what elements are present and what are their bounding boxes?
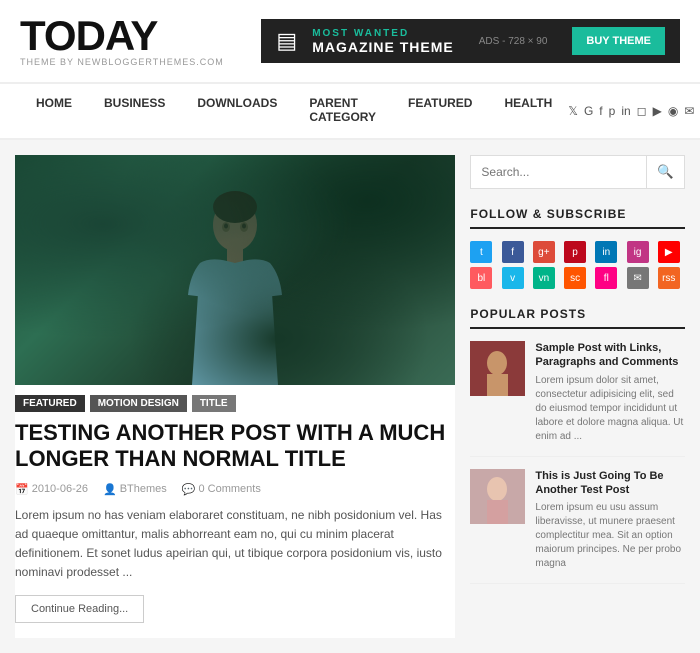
article-meta: 📅 2010-06-26 👤 BThemes 💬 0 Comments (15, 483, 455, 496)
article-author: 👤 BThemes (103, 483, 167, 496)
nav-links: HOME BUSINESS DOWNLOADS PARENT CATEGORY … (20, 84, 568, 138)
popular-post-1-excerpt: Lorem ipsum dolor sit amet, consectetur … (535, 374, 685, 444)
article-date: 📅 2010-06-26 (15, 483, 88, 496)
nav-linkedin-icon[interactable]: in (621, 104, 630, 118)
read-more-button[interactable]: Continue Reading... (15, 595, 144, 623)
popular-post-2-excerpt: Lorem ipsum eu usu assum liberavisse, ut… (535, 501, 685, 571)
rss-button[interactable]: rss (658, 267, 680, 289)
nav-item-business[interactable]: BUSINESS (88, 84, 181, 138)
youtube-button[interactable]: ▶ (658, 241, 680, 263)
popular-post-2-image (470, 469, 525, 524)
nav-instagram-icon[interactable]: ◻ (637, 104, 647, 118)
banner-ad: ▤ MOST WANTED MAGAZINE THEME ADS - 728 ×… (261, 19, 680, 63)
tag-motion-design[interactable]: MOTION DESIGN (90, 395, 187, 412)
popular-post-2-thumbnail (470, 469, 525, 524)
article-title: TESTING ANOTHER POST WITH A MUCH LONGER … (15, 420, 455, 473)
search-button[interactable]: 🔍 (646, 156, 684, 188)
search-input[interactable] (471, 156, 646, 188)
search-box: 🔍 (470, 155, 685, 189)
popular-post-1-title[interactable]: Sample Post with Links, Paragraphs and C… (535, 341, 685, 370)
navigation: HOME BUSINESS DOWNLOADS PARENT CATEGORY … (0, 83, 700, 140)
person-silhouette (170, 185, 300, 385)
vimeo-button[interactable]: v (502, 267, 524, 289)
popular-post-2: This is Just Going To Be Another Test Po… (470, 469, 685, 585)
nav-social-icons: 𝕏 G f p in ◻ ▶ ◉ ✉ ≡ (568, 104, 700, 118)
article-excerpt: Lorem ipsum no has veniam elaboraret con… (15, 506, 455, 583)
nav-gplus-icon[interactable]: G (584, 104, 593, 118)
linkedin-button[interactable]: in (595, 241, 617, 263)
tag-featured[interactable]: FEATURED (15, 395, 85, 412)
email-button[interactable]: ✉ (627, 267, 649, 289)
nav-item-downloads[interactable]: DOWNLOADS (181, 84, 293, 138)
content-wrapper: FEATURED MOTION DESIGN TITLE TESTING ANO… (0, 140, 700, 653)
nav-facebook-icon[interactable]: f (599, 104, 602, 118)
article-tags: FEATURED MOTION DESIGN TITLE (15, 385, 455, 420)
nav-youtube-icon[interactable]: ▶ (653, 104, 662, 118)
tag-title[interactable]: TITLE (192, 395, 236, 412)
logo-subtitle: THEME BY NEWBLOGGERTHEMES.COM (20, 57, 224, 67)
popular-posts-heading: POPULAR POSTS (470, 307, 685, 329)
twitter-button[interactable]: t (470, 241, 492, 263)
pinterest-button[interactable]: p (564, 241, 586, 263)
soundcloud-button[interactable]: sc (564, 267, 586, 289)
search-icon: 🔍 (657, 164, 674, 179)
article-comments: 💬 0 Comments (182, 483, 261, 496)
banner-most-wanted: MOST WANTED (312, 28, 454, 39)
follow-subscribe-heading: FOLLOW & SUBSCRIBE (470, 207, 685, 229)
popular-post-1-thumbnail (470, 341, 525, 396)
popular-post-1: Sample Post with Links, Paragraphs and C… (470, 341, 685, 457)
facebook-button[interactable]: f (502, 241, 524, 263)
banner-magazine: MAGAZINE THEME (312, 39, 454, 55)
header: TODAY THEME BY NEWBLOGGERTHEMES.COM ▤ MO… (0, 0, 700, 83)
social-grid-row2: bl v vn sc fl ✉ rss (470, 267, 685, 289)
comment-icon: 💬 (182, 483, 196, 496)
follow-subscribe-section: FOLLOW & SUBSCRIBE t f g+ p in ig ▶ bl v… (470, 207, 685, 289)
popular-post-2-info: This is Just Going To Be Another Test Po… (535, 469, 685, 572)
article: FEATURED MOTION DESIGN TITLE TESTING ANO… (15, 155, 455, 638)
bloglovin-button[interactable]: bl (470, 267, 492, 289)
logo-area: TODAY THEME BY NEWBLOGGERTHEMES.COM (20, 15, 224, 67)
author-icon: 👤 (103, 483, 117, 496)
main-content: FEATURED MOTION DESIGN TITLE TESTING ANO… (15, 155, 455, 638)
calendar-icon: 📅 (15, 483, 29, 496)
social-grid-row1: t f g+ p in ig ▶ (470, 241, 685, 263)
article-image (15, 155, 455, 385)
sidebar: 🔍 FOLLOW & SUBSCRIBE t f g+ p in ig ▶ bl… (470, 155, 685, 638)
nav-twitter-icon[interactable]: 𝕏 (568, 104, 578, 118)
nav-email-icon[interactable]: ✉ (684, 104, 694, 118)
gplus-button[interactable]: g+ (533, 241, 555, 263)
popular-post-1-image (470, 341, 525, 396)
vine-button[interactable]: vn (533, 267, 555, 289)
nav-item-featured[interactable]: FEATURED (392, 84, 488, 138)
nav-item-parent-category[interactable]: PARENT CATEGORY (293, 84, 392, 138)
banner-text: MOST WANTED MAGAZINE THEME (312, 28, 454, 55)
popular-post-2-title[interactable]: This is Just Going To Be Another Test Po… (535, 469, 685, 498)
buy-theme-button[interactable]: BUY THEME (572, 27, 665, 55)
logo-title: TODAY (20, 15, 224, 57)
popular-posts-section: POPULAR POSTS Sample Post with Links, Pa… (470, 307, 685, 584)
nav-pinterest-icon[interactable]: p (609, 104, 616, 118)
nav-item-home[interactable]: HOME (20, 84, 88, 138)
flickr-button[interactable]: fl (595, 267, 617, 289)
nav-rss-icon[interactable]: ◉ (668, 104, 678, 118)
banner-icon: ▤ (276, 28, 297, 54)
nav-item-health[interactable]: HEALTH (488, 84, 568, 138)
popular-post-1-info: Sample Post with Links, Paragraphs and C… (535, 341, 685, 444)
banner-ads-label: ADS - 728 × 90 (479, 36, 548, 47)
instagram-button[interactable]: ig (627, 241, 649, 263)
